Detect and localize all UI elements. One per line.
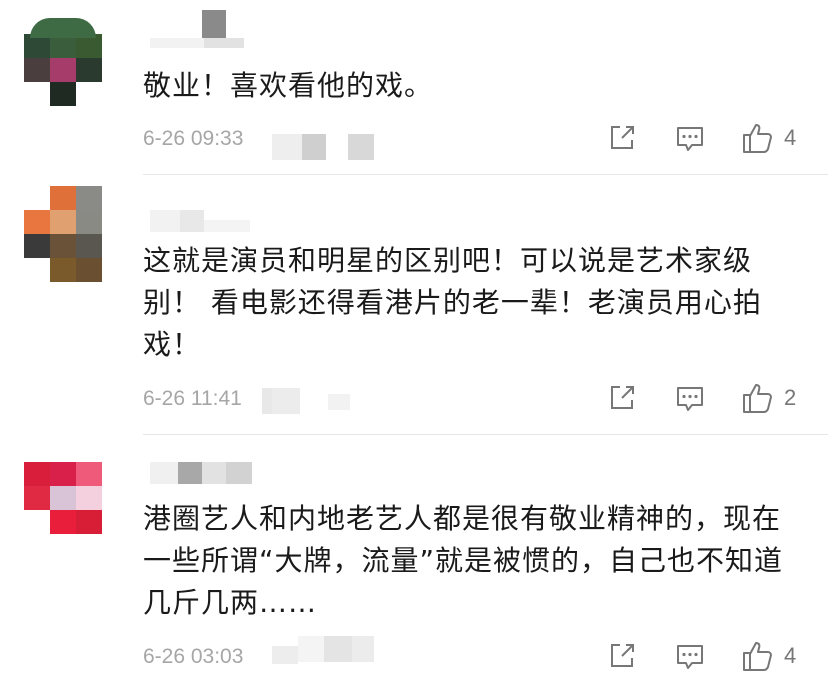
share-button[interactable] <box>608 642 636 670</box>
comment-icon <box>677 387 703 411</box>
location-blurred <box>272 134 382 160</box>
share-button[interactable] <box>608 384 636 412</box>
location-blurred <box>272 636 376 664</box>
comment-text: 这就是演员和明星的区别吧！可以说是艺术家级别！ 看电影还得看港片的老一辈！老演员… <box>143 244 762 361</box>
reply-button[interactable] <box>675 384 705 414</box>
username-blurred[interactable] <box>150 10 250 48</box>
reply-button[interactable] <box>675 124 705 154</box>
comment-text: 港圈艺人和内地老艺人都是很有敬业精神的，现在一些所谓“大牌，流量”就是被惯的，自… <box>143 502 784 619</box>
thumbs-up-icon <box>743 384 772 413</box>
username-blurred[interactable] <box>150 210 260 232</box>
username-blurred[interactable] <box>150 462 260 484</box>
comment-time: 6-26 03:03 <box>143 645 244 668</box>
comment-icon <box>677 645 703 669</box>
like-button[interactable]: 4 <box>742 640 796 672</box>
share-icon <box>611 644 634 667</box>
thumbs-up-icon <box>743 642 772 671</box>
avatar[interactable] <box>24 462 102 558</box>
divider <box>143 434 828 435</box>
avatar[interactable] <box>24 186 102 282</box>
divider <box>143 174 828 175</box>
share-icon <box>611 386 634 409</box>
comment-time: 6-26 09:33 <box>143 127 244 150</box>
like-count: 2 <box>784 385 797 410</box>
reply-button[interactable] <box>675 642 705 672</box>
thumbs-up-icon <box>743 124 772 153</box>
comment-time: 6-26 11:41 <box>143 387 242 410</box>
like-count: 4 <box>784 643 797 668</box>
comment-icon <box>677 127 703 151</box>
like-count: 4 <box>784 125 797 150</box>
location-blurred <box>262 388 352 414</box>
comment-text: 敬业！喜欢看他的戏。 <box>143 69 434 102</box>
share-button[interactable] <box>608 124 636 152</box>
like-button[interactable]: 4 <box>742 122 796 154</box>
share-icon <box>611 126 634 149</box>
like-button[interactable]: 2 <box>742 382 796 414</box>
avatar[interactable] <box>24 12 102 108</box>
